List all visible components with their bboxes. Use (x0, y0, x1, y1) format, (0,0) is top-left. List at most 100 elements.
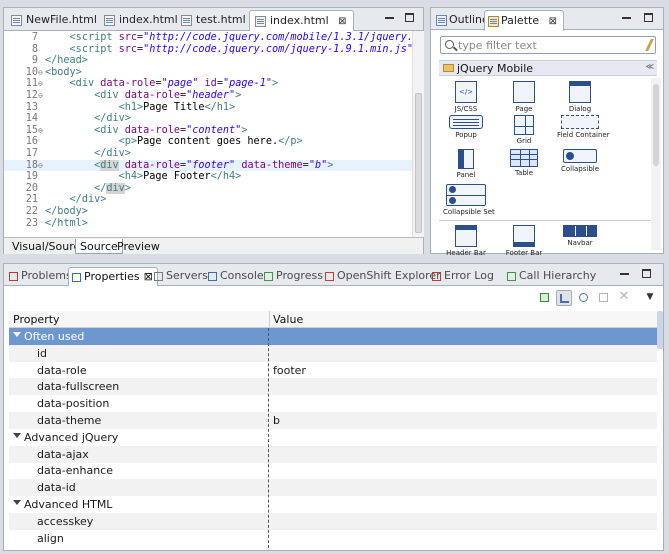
code-text: </body> (45, 206, 88, 217)
view-menu-icon[interactable]: ▼ (642, 290, 658, 306)
code-line[interactable]: 20 </div> (4, 182, 412, 194)
tab-properties[interactable]: Properties ⊠ (68, 267, 158, 286)
property-row[interactable]: data-role footer (9, 362, 657, 379)
code-line[interactable]: 21 </div> (4, 194, 412, 205)
tab-label: Properties (84, 270, 140, 283)
property-value[interactable]: b (273, 414, 280, 427)
tab-problems[interactable]: Problems (6, 267, 76, 286)
fold-toggle-icon[interactable]: ⊖ (38, 78, 43, 89)
tab-error-log[interactable]: Error Log (429, 267, 498, 286)
code-line[interactable]: 10 ⊖ <body> (4, 67, 412, 78)
value-column-header[interactable]: Value (273, 313, 303, 326)
property-row[interactable]: id (9, 344, 657, 362)
palette-item-collapsible[interactable]: Collapsible (557, 149, 603, 173)
property-group-row[interactable]: Advanced HTML (9, 496, 657, 513)
column-divider[interactable] (269, 311, 270, 327)
palette-filter-input[interactable]: type filter text (440, 36, 656, 54)
maximize-icon[interactable] (405, 13, 414, 22)
property-row[interactable]: data-theme b (9, 412, 657, 429)
code-line[interactable]: 9 </head> (4, 55, 412, 66)
code-line[interactable]: 16 <p>Page content goes here.</p> (4, 136, 412, 147)
palette-item-grid[interactable]: Grid (501, 115, 547, 145)
palette-item-js[interactable]: </> JS/CSS (443, 81, 489, 113)
minimize-icon[interactable] (385, 13, 394, 19)
code-line[interactable]: 14 </div> (4, 113, 412, 124)
property-group-row[interactable]: Advanced jQuery (9, 429, 657, 446)
palette-item-table[interactable]: Table (501, 149, 547, 177)
clear-filter-icon[interactable] (638, 39, 654, 51)
tab-progress[interactable]: Progress (261, 267, 327, 286)
restore-default-icon[interactable] (596, 290, 612, 306)
scroll-thumb[interactable] (653, 84, 659, 166)
property-row[interactable]: accesskey (9, 512, 657, 530)
palette-item-navbar[interactable]: Navbar (557, 225, 603, 247)
code-line[interactable]: 8 <script src="http://code.jquery.com/jq… (4, 44, 412, 55)
code-line[interactable]: 22 </body> (4, 206, 412, 217)
expand-toggle-icon[interactable] (13, 500, 21, 505)
tab-test[interactable]: test.html (176, 10, 252, 31)
property-row[interactable]: align (9, 530, 657, 547)
code-line[interactable]: 18 ⊖ <div data-role="footer" data-theme="… (4, 159, 412, 171)
palette-item-popup[interactable]: Popup (443, 115, 489, 139)
palette-item-panel[interactable]: Panel (443, 149, 489, 179)
tab-index-1[interactable]: index.html (99, 10, 184, 31)
palette-item-page[interactable]: Page (501, 81, 547, 113)
code-line[interactable]: 15 ⊖ <div data-role="content"> (4, 125, 412, 136)
palette-item-field[interactable]: Field Container (557, 115, 610, 139)
palette-category-jquery-mobile[interactable]: jQuery Mobile ≪ (439, 60, 657, 76)
footer-bar-icon (513, 225, 535, 247)
tab-openshift-explorer[interactable]: OpenShift Explorer (322, 267, 445, 286)
collapse-icon[interactable]: ≪ (646, 62, 654, 71)
minimize-icon[interactable] (622, 13, 631, 19)
properties-scrollbar[interactable] (657, 311, 663, 349)
tab-palette[interactable]: Palette ⊠ (484, 10, 564, 31)
show-categories-icon[interactable] (556, 290, 572, 306)
code-line[interactable]: 23 </html> (4, 218, 412, 229)
search-icon (445, 40, 454, 49)
tab-call-hierarchy[interactable]: Call Hierarchy (504, 267, 600, 286)
pin-icon[interactable] (537, 290, 553, 306)
code-line[interactable]: 12 ⊖ <div data-role="header"> (4, 90, 412, 101)
fold-toggle-icon[interactable]: ⊖ (38, 160, 43, 171)
palette-item-header-bar[interactable]: Header Bar (443, 225, 489, 257)
code-line[interactable]: 17 </div> (4, 148, 412, 159)
maximize-icon[interactable] (644, 13, 653, 22)
close-tab-icon[interactable]: ⊠ (549, 16, 557, 27)
code-line[interactable]: 11 ⊖ <div data-role="page" id="page-1"> (4, 78, 412, 89)
fold-toggle-icon[interactable]: ⊖ (38, 67, 43, 78)
close-tab-icon[interactable]: ⊠ (338, 16, 346, 27)
show-advanced-icon[interactable] (576, 290, 592, 306)
property-column-header[interactable]: Property (13, 313, 60, 326)
scroll-thumb[interactable] (415, 93, 422, 233)
editor-scrollbar[interactable] (412, 31, 424, 237)
property-value[interactable]: footer (273, 364, 306, 377)
property-row[interactable]: data-position (9, 395, 657, 412)
tab-index-active[interactable]: index.html ⊠ (249, 10, 354, 31)
tab-label: Console (220, 269, 264, 282)
palette-item-label: Table (514, 169, 534, 177)
tab-newfile[interactable]: NewFile.html (6, 10, 103, 31)
expand-toggle-icon[interactable] (13, 432, 21, 438)
palette-item-dialog[interactable]: Dialog (557, 81, 603, 113)
tab-servers[interactable]: Servers (151, 267, 212, 286)
fold-toggle-icon[interactable]: ⊖ (38, 90, 43, 101)
delete-icon[interactable]: ✕ (616, 290, 632, 306)
property-group-row[interactable]: Often used (9, 328, 657, 345)
code-area[interactable]: 7 <script src="http://code.jquery.com/mo… (4, 31, 412, 237)
property-row[interactable]: data-ajax (9, 445, 657, 463)
code-line[interactable]: 19 <h4>Page Footer</h4> (4, 171, 412, 182)
minimize-icon[interactable] (620, 269, 629, 275)
tab-console[interactable]: Console (205, 267, 268, 286)
fold-toggle-icon[interactable]: ⊖ (38, 125, 43, 136)
maximize-icon[interactable] (642, 269, 651, 278)
expand-toggle-icon[interactable] (13, 332, 21, 337)
palette-item-collapsible-set[interactable]: Collapsible Set (443, 184, 495, 216)
property-row[interactable]: data-fullscreen (9, 378, 657, 396)
property-row[interactable]: data-id (9, 479, 657, 497)
palette-scrollbar[interactable] (651, 78, 661, 250)
palette-item-footer-bar[interactable]: Footer Bar (501, 225, 547, 257)
code-line[interactable]: 7 <script src="http://code.jquery.com/mo… (4, 32, 412, 43)
property-row[interactable]: data-enhance (9, 462, 657, 479)
tab-preview[interactable]: Preview (113, 239, 164, 254)
code-line[interactable]: 13 <h1>Page Title</h1> (4, 102, 412, 113)
